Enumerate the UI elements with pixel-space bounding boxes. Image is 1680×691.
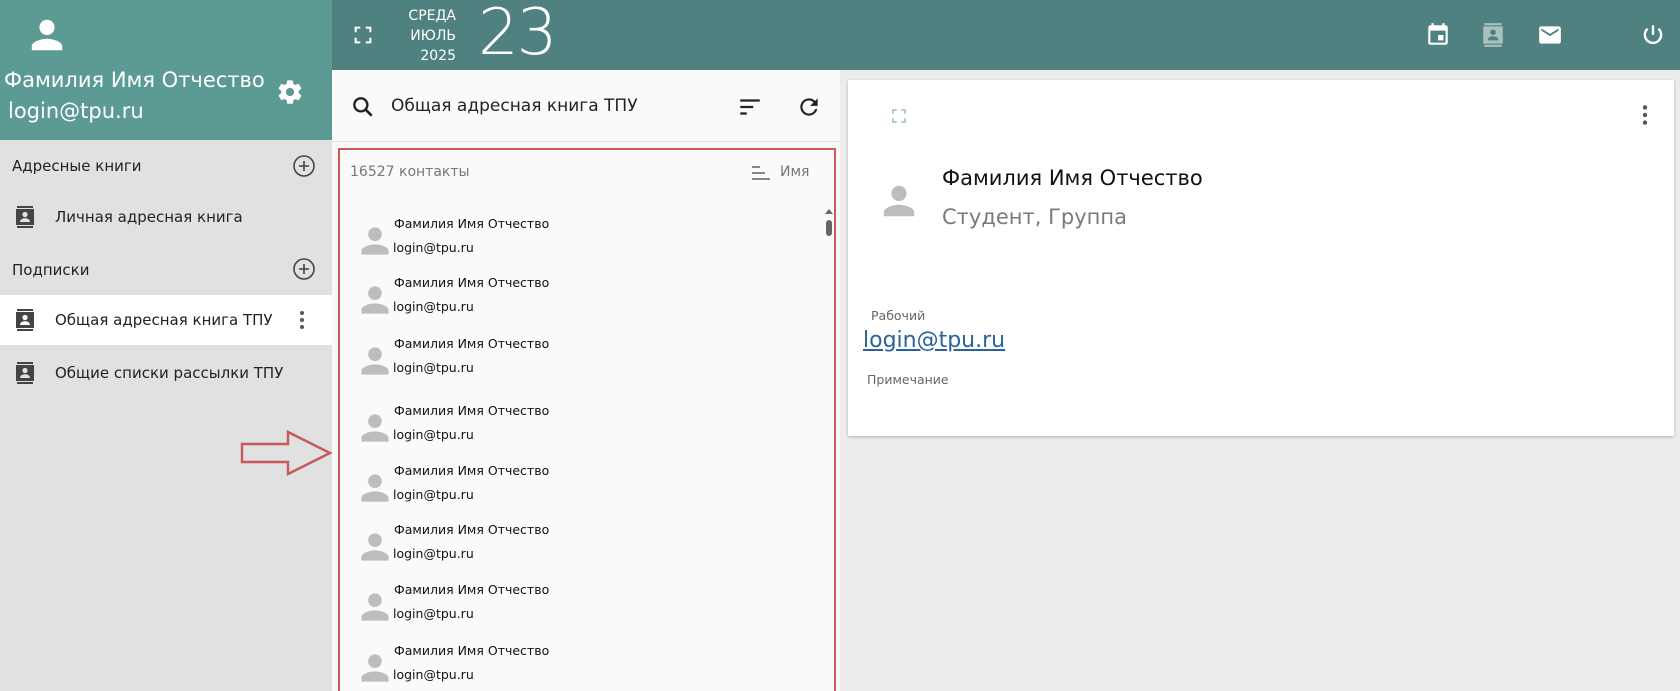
sidebar-header: Фамилия Имя Отчество login@tpu.ru <box>0 0 332 140</box>
sidebar-item-mailing-lists[interactable]: Общие списки рассылки ТПУ <box>0 348 332 398</box>
contact-email: login@tpu.ru <box>393 606 474 621</box>
add-address-book-button[interactable] <box>292 154 316 178</box>
date-text: СРЕДА ИЮЛЬ 2025 <box>404 6 456 66</box>
contact-email: login@tpu.ru <box>393 299 474 314</box>
user-icon <box>883 185 915 217</box>
address-book-icon <box>16 309 34 331</box>
sidebar-item-label: Общие списки рассылки ТПУ <box>55 364 284 382</box>
user-icon <box>361 286 389 314</box>
note-label: Примечание <box>867 372 949 387</box>
address-book-icon <box>16 362 34 384</box>
detail-name: Фамилия Имя Отчество <box>942 166 1203 190</box>
contact-row[interactable]: Фамилия Имя Отчество login@tpu.ru <box>352 403 812 459</box>
top-bar: СРЕДА ИЮЛЬ 2025 23 <box>332 0 1680 70</box>
contact-row[interactable]: Фамилия Имя Отчество login@tpu.ru <box>352 336 812 392</box>
contact-count: 16527 контакты <box>350 164 470 180</box>
contact-row[interactable]: Фамилия Имя Отчество login@tpu.ru <box>352 522 812 578</box>
sort-by-name-button[interactable]: Имя <box>750 162 830 184</box>
contact-list-column: Общая адресная книга ТПУ 16527 контакты … <box>332 70 840 691</box>
detail-role: Студент, Группа <box>942 205 1127 229</box>
fullscreen-icon[interactable] <box>352 24 374 46</box>
contact-name: Фамилия Имя Отчество <box>394 463 550 478</box>
scroll-thumb[interactable] <box>826 220 832 236</box>
contact-email: login@tpu.ru <box>393 487 474 502</box>
user-icon <box>361 414 389 442</box>
user-icon <box>361 533 389 561</box>
address-books-title: Адресные книги <box>12 157 142 175</box>
contact-row[interactable]: Фамилия Имя Отчество login@tpu.ru <box>352 463 812 519</box>
contact-name: Фамилия Имя Отчество <box>394 336 550 351</box>
scroll-up-icon[interactable] <box>825 208 833 216</box>
user-login: login@tpu.ru <box>8 99 144 123</box>
user-icon <box>361 347 389 375</box>
sidebar-item-tpu-book[interactable]: Общая адресная книга ТПУ <box>0 295 332 345</box>
calendar-icon[interactable] <box>1425 22 1451 48</box>
user-icon <box>31 19 63 51</box>
sidebar-item-label: Личная адресная книга <box>55 208 243 226</box>
contact-name: Фамилия Имя Отчество <box>394 403 550 418</box>
contact-name: Фамилия Имя Отчество <box>394 522 550 537</box>
contact-email: login@tpu.ru <box>393 360 474 375</box>
more-vertical-icon[interactable] <box>1632 102 1658 128</box>
contact-row[interactable]: Фамилия Имя Отчество login@tpu.ru <box>352 582 812 638</box>
sort-icon[interactable] <box>737 94 763 120</box>
user-name: Фамилия Имя Отчество <box>4 68 265 92</box>
contact-row[interactable]: Фамилия Имя Отчество login@tpu.ru <box>352 643 812 691</box>
refresh-icon[interactable] <box>796 94 822 120</box>
subscriptions-title: Подписки <box>12 261 90 279</box>
list-title: Общая адресная книга ТПУ <box>391 96 638 116</box>
user-icon <box>361 654 389 682</box>
list-header: Общая адресная книга ТПУ <box>332 70 840 142</box>
more-vertical-icon[interactable] <box>290 308 314 332</box>
work-email-label: Рабочий <box>871 308 926 323</box>
user-icon <box>361 227 389 255</box>
fullscreen-icon[interactable] <box>890 107 908 125</box>
arrow-right-icon <box>240 430 332 476</box>
user-icon <box>361 474 389 502</box>
contact-email: login@tpu.ru <box>393 240 474 255</box>
gear-icon[interactable] <box>276 78 304 106</box>
date-weekday: СРЕДА <box>408 8 456 24</box>
contact-email: login@tpu.ru <box>393 667 474 682</box>
contact-name: Фамилия Имя Отчество <box>394 582 550 597</box>
contact-name: Фамилия Имя Отчество <box>394 275 550 290</box>
contact-list: 16527 контакты Имя Фамилия Имя Отчество … <box>338 148 836 691</box>
power-icon[interactable] <box>1640 22 1666 48</box>
contact-row[interactable]: Фамилия Имя Отчество login@tpu.ru <box>352 216 812 272</box>
contact-email: login@tpu.ru <box>393 427 474 442</box>
contact-name: Фамилия Имя Отчество <box>394 216 550 231</box>
scrollbar[interactable] <box>824 208 834 691</box>
search-icon[interactable] <box>350 94 376 120</box>
sidebar: Фамилия Имя Отчество login@tpu.ru Адресн… <box>0 0 332 691</box>
user-icon <box>361 593 389 621</box>
date-day: 23 <box>478 0 557 70</box>
contact-email: login@tpu.ru <box>393 546 474 561</box>
sort-name-label: Имя <box>780 164 810 180</box>
contact-detail-card: Фамилия Имя Отчество Студент, Группа Раб… <box>848 80 1674 436</box>
contacts-icon[interactable] <box>1480 22 1506 48</box>
work-email-link[interactable]: login@tpu.ru <box>863 328 1005 353</box>
date-month: ИЮЛЬ <box>410 28 456 44</box>
contact-row[interactable]: Фамилия Имя Отчество login@tpu.ru <box>352 275 812 331</box>
sort-name-icon <box>752 166 770 180</box>
date-year: 2025 <box>420 48 456 64</box>
mail-icon[interactable] <box>1537 22 1563 48</box>
address-book-icon <box>16 206 34 228</box>
add-subscription-button[interactable] <box>292 257 316 281</box>
sidebar-item-personal[interactable]: Личная адресная книга <box>0 192 332 242</box>
sidebar-item-label: Общая адресная книга ТПУ <box>55 311 273 329</box>
contact-name: Фамилия Имя Отчество <box>394 643 550 658</box>
